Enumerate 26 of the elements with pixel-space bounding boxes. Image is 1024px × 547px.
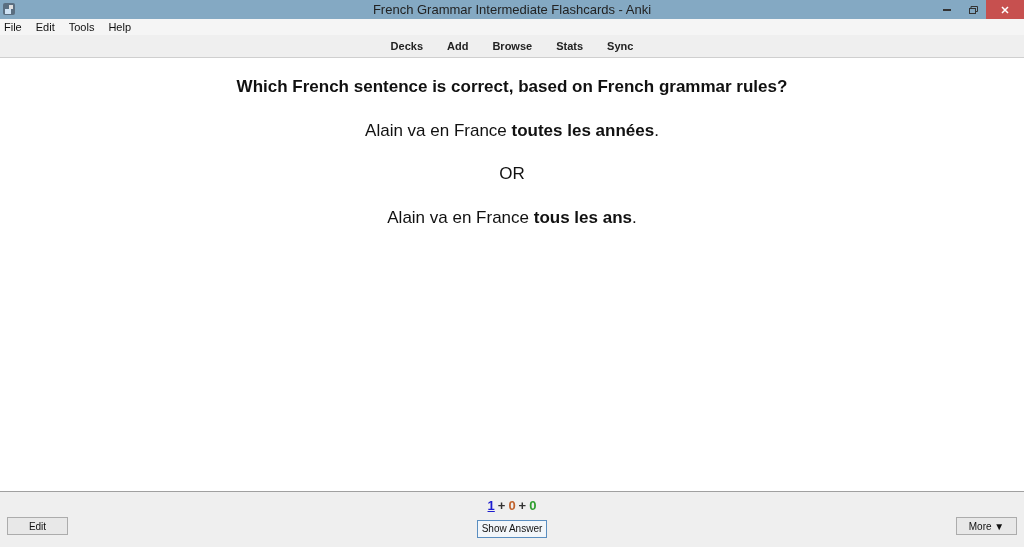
question-text: Which French sentence is correct, based on French grammar rules? <box>236 76 788 98</box>
minimize-icon <box>943 8 951 11</box>
window-title: French Grammar Intermediate Flashcards - Anki <box>371 0 653 19</box>
app-icon <box>2 2 16 16</box>
toolbar-link[interactable]: Sync <box>607 37 634 55</box>
restore-icon <box>968 5 978 14</box>
menu-item[interactable]: Help <box>108 18 131 36</box>
toolbar-link[interactable]: Decks <box>390 37 424 55</box>
show-answer-button[interactable]: Show Answer <box>477 519 547 538</box>
edit-button[interactable]: Edit <box>7 517 68 535</box>
count-separator: + <box>497 497 506 515</box>
more-button[interactable]: More ▼ <box>956 517 1017 535</box>
card-text: OR <box>499 163 525 185</box>
menu-item[interactable]: File <box>4 18 22 36</box>
card-count: 0 <box>508 497 516 515</box>
close-icon <box>1001 5 1009 14</box>
card-text: Alain va en France toutes les années. <box>365 119 659 142</box>
toolbar-link[interactable]: Stats <box>556 37 584 55</box>
menu-item[interactable]: Edit <box>35 18 55 36</box>
count-separator: + <box>518 497 527 515</box>
card-text: Alain va en France tous les ans. <box>387 206 637 229</box>
menu-item[interactable]: Tools <box>68 18 95 36</box>
card-count: 1 <box>487 497 495 515</box>
toolbar-link[interactable]: Add <box>447 37 469 55</box>
toolbar-link[interactable]: Browse <box>492 37 533 55</box>
card-count: 0 <box>529 497 537 515</box>
